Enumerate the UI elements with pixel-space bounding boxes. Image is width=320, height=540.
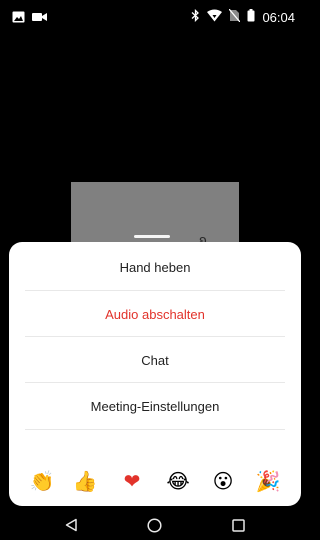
status-right-icons: 06:04 xyxy=(191,8,295,25)
status-time: 06:04 xyxy=(262,9,295,25)
no-sim-icon xyxy=(228,8,241,25)
more-options-sheet: Hand heben Audio abschalten Chat Meeting… xyxy=(9,242,301,506)
clapping-hands-icon[interactable]: 👏 xyxy=(29,469,55,495)
bluetooth-icon xyxy=(191,8,200,25)
video-camera-icon xyxy=(32,10,47,28)
wifi-icon xyxy=(207,9,223,25)
raise-hand-button[interactable]: Hand heben xyxy=(9,244,301,290)
heart-icon[interactable]: ❤ xyxy=(119,469,145,495)
image-icon xyxy=(12,10,25,28)
home-icon[interactable] xyxy=(145,516,163,534)
thumbs-up-icon[interactable]: 👍 xyxy=(72,469,98,495)
chat-button[interactable]: Chat xyxy=(9,337,301,383)
divider xyxy=(25,429,285,430)
back-icon[interactable] xyxy=(62,516,80,534)
meeting-settings-button[interactable]: Meeting-Einstellungen xyxy=(9,383,301,429)
mute-audio-button[interactable]: Audio abschalten xyxy=(9,291,301,337)
party-popper-icon[interactable]: 🎉 xyxy=(255,469,281,495)
navigation-bar xyxy=(0,508,302,540)
status-left-icons xyxy=(12,10,47,28)
battery-icon xyxy=(247,9,255,25)
tears-of-joy-icon[interactable]: 😂 xyxy=(165,469,191,495)
status-bar: 06:04 xyxy=(0,0,302,34)
surprised-face-icon[interactable]: 😮 xyxy=(210,469,236,495)
recents-icon[interactable] xyxy=(229,516,247,534)
bottom-sheet-handle[interactable] xyxy=(134,235,170,238)
reactions-row: 👏 👍 ❤ 😂 😮 🎉 xyxy=(9,466,301,498)
